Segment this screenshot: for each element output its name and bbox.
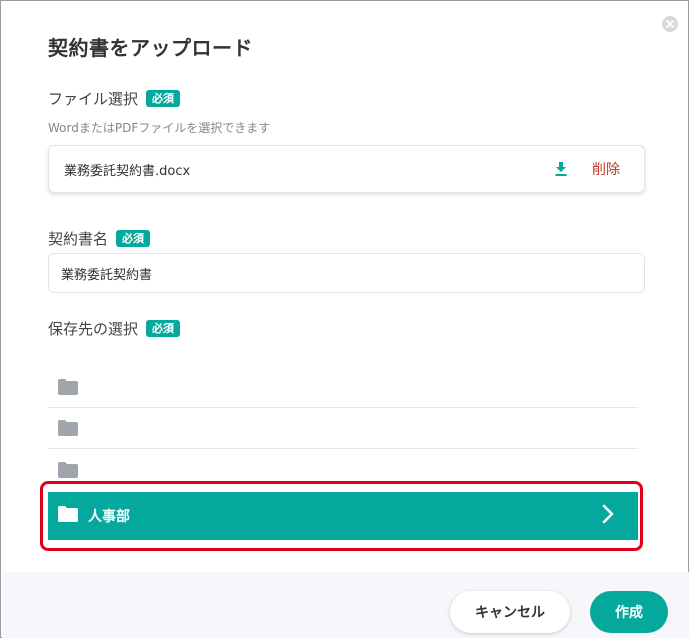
delete-file-button[interactable]: 削除 bbox=[592, 159, 620, 179]
required-badge: 必須 bbox=[146, 90, 181, 107]
cancel-button[interactable]: キャンセル bbox=[450, 591, 570, 633]
folder-icon bbox=[58, 506, 78, 526]
selected-folder-label: 人事部 bbox=[88, 509, 130, 525]
close-icon bbox=[666, 20, 674, 28]
folder-row[interactable] bbox=[48, 408, 638, 449]
create-button[interactable]: 作成 bbox=[590, 591, 668, 633]
folder-icon bbox=[58, 379, 78, 395]
folder-list bbox=[48, 367, 638, 490]
folder-row[interactable] bbox=[48, 449, 638, 490]
upload-dialog: 契約書をアップロード ファイル選択 必須 WordまたはPDFファイルを選択でき… bbox=[0, 0, 689, 638]
selected-file-card: 業務委託契約書.docx 削除 bbox=[48, 145, 645, 193]
required-badge: 必須 bbox=[116, 230, 151, 247]
dialog-footer bbox=[2, 572, 689, 638]
destination-label-row: 保存先の選択 必須 bbox=[48, 318, 181, 339]
file-select-label: ファイル選択 bbox=[48, 90, 139, 108]
contract-name-label-row: 契約書名 必須 bbox=[48, 228, 151, 249]
file-type-hint: WordまたはPDFファイルを選択できます bbox=[48, 121, 271, 135]
folder-row[interactable] bbox=[48, 367, 638, 408]
dialog-title: 契約書をアップロード bbox=[48, 36, 253, 60]
file-name: 業務委託契約書.docx bbox=[64, 163, 191, 179]
folder-icon bbox=[58, 420, 78, 436]
folder-icon bbox=[58, 461, 78, 478]
chevron-right-icon bbox=[602, 504, 614, 528]
contract-name-label: 契約書名 bbox=[48, 230, 109, 248]
destination-label: 保存先の選択 bbox=[48, 320, 139, 338]
download-icon[interactable] bbox=[554, 162, 568, 176]
contract-name-input[interactable] bbox=[48, 253, 645, 293]
close-button[interactable] bbox=[662, 16, 678, 32]
folder-row-selected[interactable]: 人事部 bbox=[48, 492, 638, 540]
file-select-label-row: ファイル選択 必須 bbox=[48, 88, 181, 109]
required-badge: 必須 bbox=[146, 320, 181, 337]
